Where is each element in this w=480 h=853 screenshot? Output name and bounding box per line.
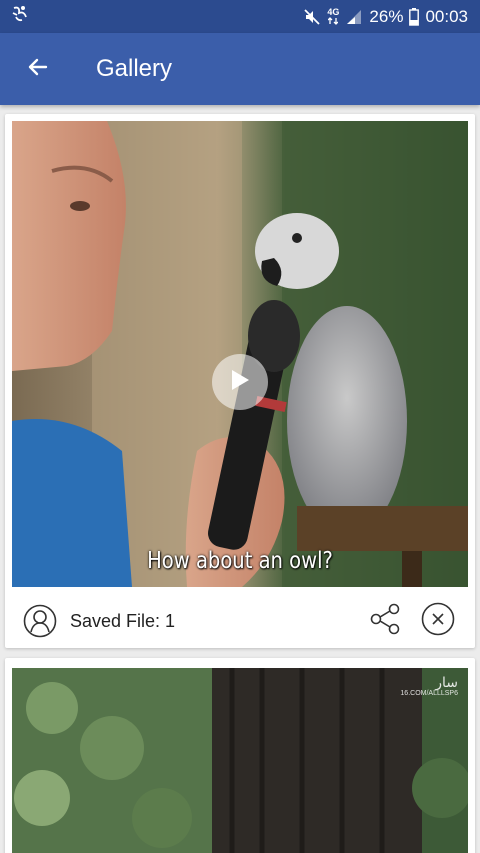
arrow-left-icon [26,55,50,84]
signal-icon [345,9,363,25]
back-button[interactable] [10,41,66,97]
mute-icon [303,8,321,26]
battery-percent: 26% [369,6,404,26]
gallery-card: سار 16.COM/ALLLSP6 [5,658,475,853]
video-thumbnail[interactable]: سار 16.COM/ALLLSP6 [12,668,468,853]
page-title: Gallery [96,55,173,82]
battery-icon [409,7,420,26]
play-button[interactable] [212,354,268,410]
clock: 00:03 [425,6,468,26]
status-left [10,5,30,28]
close-button[interactable] [419,602,457,640]
accessibility-icon [10,5,30,28]
channel-watermark: سار 16.COM/ALLLSP6 [400,674,458,697]
video-thumbnail[interactable]: How about an owl? [12,121,468,587]
user-outline-icon [23,604,57,638]
saved-file-label: Saved File: 1 [70,610,176,631]
play-icon [229,368,251,397]
status-bar: 4G 26% 00:03 [0,0,480,33]
close-circle-icon [421,602,455,641]
share-button[interactable] [367,602,405,640]
card-footer: Saved File: 1 [5,594,475,648]
status-right: 4G 26% 00:03 [303,7,468,27]
app-bar: Gallery [0,33,480,105]
video-caption: How about an owl? [147,548,333,574]
share-icon [369,602,403,641]
gallery-card: How about an owl? Saved File: 1 [5,114,475,648]
network-type: 4G [327,8,339,25]
